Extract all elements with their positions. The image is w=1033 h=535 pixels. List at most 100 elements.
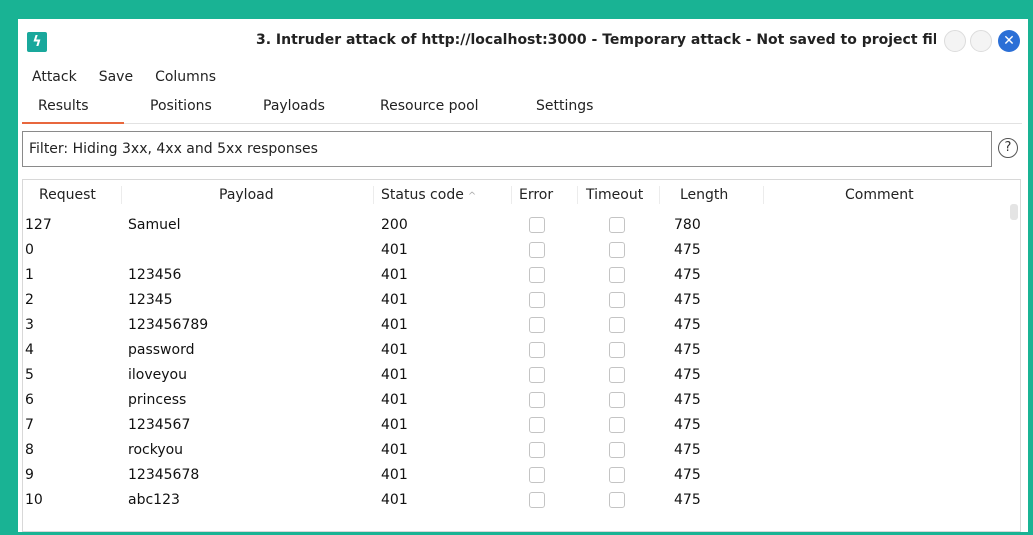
intruder-attack-window: ϟ 3. Intruder attack of http://localhost… — [18, 19, 1028, 532]
cell-request: 127 — [25, 217, 52, 233]
column-header-status-code[interactable]: Status code ^ — [381, 187, 476, 203]
menu-attack[interactable]: Attack — [32, 69, 77, 85]
table-row[interactable]: 7 1234567 401 475 — [23, 413, 1013, 438]
cell-payload: Samuel — [128, 217, 181, 233]
cell-status-code: 401 — [381, 242, 408, 258]
cell-payload: abc123 — [128, 492, 180, 508]
cell-length: 475 — [674, 242, 701, 258]
table-row[interactable]: 1 123456 401 475 — [23, 263, 1013, 288]
cell-request: 8 — [25, 442, 34, 458]
cell-payload: password — [128, 342, 195, 358]
status-code-label: Status code — [381, 187, 464, 203]
column-divider — [577, 186, 578, 204]
timeout-checkbox — [609, 417, 625, 433]
error-checkbox — [529, 392, 545, 408]
error-checkbox — [529, 417, 545, 433]
minimize-button[interactable] — [944, 30, 966, 52]
table-row[interactable]: 10 abc123 401 475 — [23, 488, 1013, 513]
cell-payload: rockyou — [128, 442, 184, 458]
maximize-button[interactable] — [970, 30, 992, 52]
tab-settings[interactable]: Settings — [536, 98, 593, 114]
error-checkbox — [529, 442, 545, 458]
close-icon[interactable]: ✕ — [998, 30, 1020, 52]
cell-status-code: 401 — [381, 367, 408, 383]
table-row[interactable]: 0 401 475 — [23, 238, 1013, 263]
cell-length: 475 — [674, 417, 701, 433]
timeout-checkbox — [609, 467, 625, 483]
cell-request: 2 — [25, 292, 34, 308]
menu-bar: Attack Save Columns — [32, 69, 216, 85]
column-divider — [659, 186, 660, 204]
cell-length: 475 — [674, 342, 701, 358]
error-checkbox — [529, 317, 545, 333]
cell-request: 9 — [25, 467, 34, 483]
cell-payload: 1234567 — [128, 417, 191, 433]
table-row[interactable]: 2 12345 401 475 — [23, 288, 1013, 313]
table-row[interactable]: 8 rockyou 401 475 — [23, 438, 1013, 463]
error-checkbox — [529, 492, 545, 508]
timeout-checkbox — [609, 317, 625, 333]
timeout-checkbox — [609, 242, 625, 258]
cell-request: 3 — [25, 317, 34, 333]
table-row[interactable]: 4 password 401 475 — [23, 338, 1013, 363]
error-checkbox — [529, 217, 545, 233]
sort-ascending-icon: ^ — [467, 191, 477, 202]
cell-request: 1 — [25, 267, 34, 283]
error-checkbox — [529, 292, 545, 308]
cell-payload: princess — [128, 392, 187, 408]
tab-positions[interactable]: Positions — [150, 98, 212, 114]
menu-save[interactable]: Save — [99, 69, 133, 85]
help-icon[interactable]: ? — [998, 138, 1018, 158]
cell-length: 475 — [674, 492, 701, 508]
timeout-checkbox — [609, 217, 625, 233]
active-tab-indicator — [22, 122, 124, 124]
cell-status-code: 401 — [381, 392, 408, 408]
error-checkbox — [529, 367, 545, 383]
cell-length: 475 — [674, 467, 701, 483]
cell-length: 780 — [674, 217, 701, 233]
cell-payload: 123456789 — [128, 317, 209, 333]
menu-columns[interactable]: Columns — [155, 69, 216, 85]
results-table: Request Payload Status code ^ Error Timeo… — [22, 179, 1021, 532]
tab-results[interactable]: Results — [38, 98, 89, 114]
cell-request: 5 — [25, 367, 34, 383]
table-row[interactable]: 5 iloveyou 401 475 — [23, 363, 1013, 388]
cell-status-code: 401 — [381, 492, 408, 508]
results-filter-bar[interactable]: Filter: Hiding 3xx, 4xx and 5xx response… — [22, 131, 992, 167]
table-row[interactable]: 127 Samuel 200 780 — [23, 213, 1013, 238]
cell-request: 0 — [25, 242, 34, 258]
cell-request: 10 — [25, 492, 43, 508]
table-header: Request Payload Status code ^ Error Timeo… — [23, 180, 1020, 210]
column-header-request[interactable]: Request — [39, 187, 96, 203]
column-divider — [121, 186, 122, 204]
timeout-checkbox — [609, 492, 625, 508]
tab-resource-pool[interactable]: Resource pool — [380, 98, 479, 114]
column-header-length[interactable]: Length — [680, 187, 728, 203]
cell-payload: 12345 — [128, 292, 173, 308]
title-bar: ϟ 3. Intruder attack of http://localhost… — [18, 19, 1028, 63]
tab-payloads[interactable]: Payloads — [263, 98, 325, 114]
error-checkbox — [529, 267, 545, 283]
column-header-comment[interactable]: Comment — [845, 187, 914, 203]
window-title: 3. Intruder attack of http://localhost:3… — [256, 32, 936, 48]
error-checkbox — [529, 342, 545, 358]
cell-status-code: 401 — [381, 292, 408, 308]
timeout-checkbox — [609, 392, 625, 408]
column-header-payload[interactable]: Payload — [219, 187, 274, 203]
cell-status-code: 200 — [381, 217, 408, 233]
cell-payload: iloveyou — [128, 367, 187, 383]
column-header-error[interactable]: Error — [519, 187, 553, 203]
column-header-timeout[interactable]: Timeout — [586, 187, 643, 203]
table-row[interactable]: 3 123456789 401 475 — [23, 313, 1013, 338]
cell-request: 4 — [25, 342, 34, 358]
cell-length: 475 — [674, 292, 701, 308]
timeout-checkbox — [609, 342, 625, 358]
table-row[interactable]: 9 12345678 401 475 — [23, 463, 1013, 488]
timeout-checkbox — [609, 367, 625, 383]
cell-status-code: 401 — [381, 317, 408, 333]
table-row[interactable]: 6 princess 401 475 — [23, 388, 1013, 413]
cell-length: 475 — [674, 392, 701, 408]
column-divider — [763, 186, 764, 204]
cell-status-code: 401 — [381, 467, 408, 483]
timeout-checkbox — [609, 442, 625, 458]
